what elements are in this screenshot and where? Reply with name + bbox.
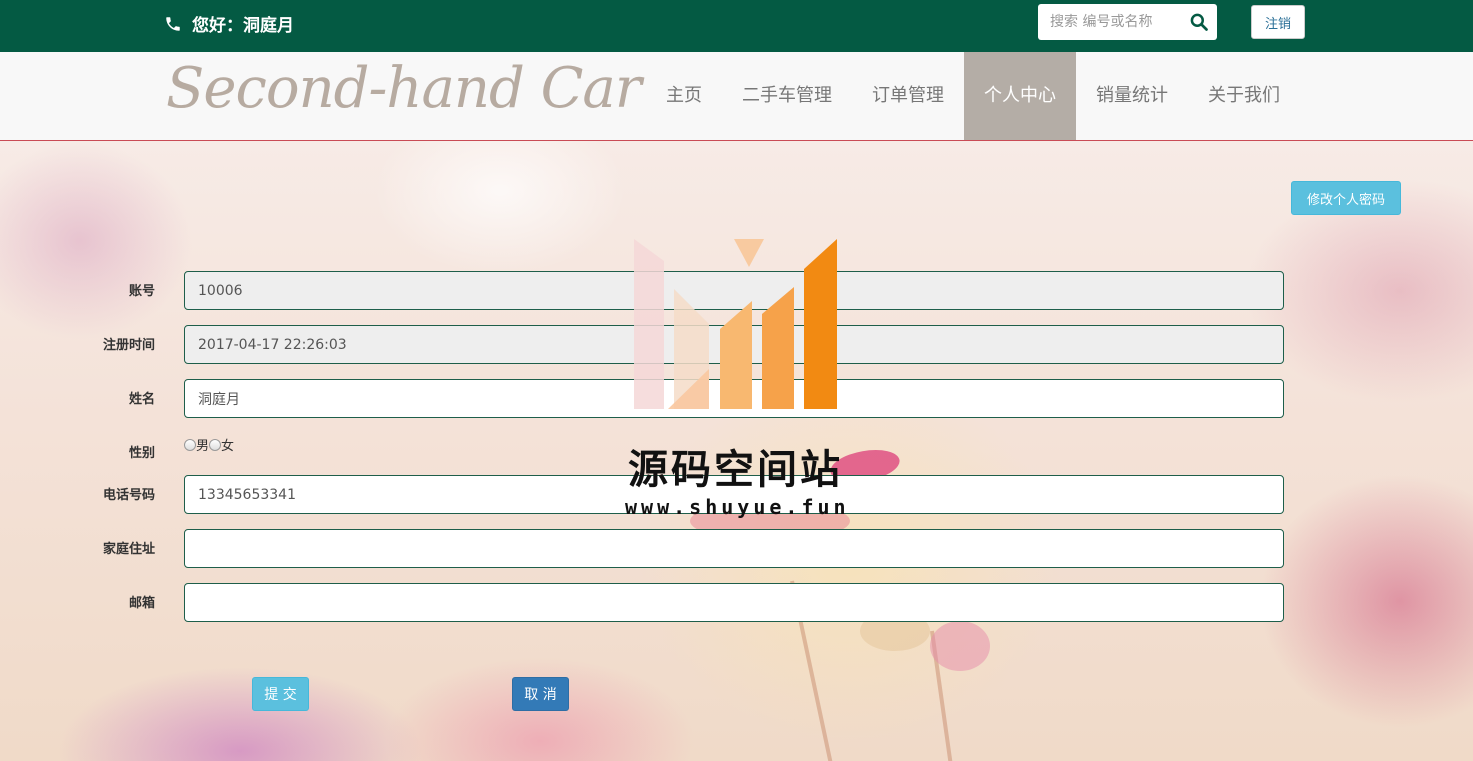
address-field[interactable] [184,529,1284,568]
search-icon[interactable] [1189,12,1209,32]
brand-logo[interactable]: Second-hand Car [166,56,642,121]
main-nav: 主页 二手车管理 订单管理 个人中心 销量统计 关于我们 [646,52,1300,140]
account-label: 账号 [128,284,155,299]
gender-radio-group: 男 女 [184,435,234,454]
search-input[interactable] [1038,4,1186,40]
nav-item-car-management[interactable]: 二手车管理 [722,52,852,140]
gender-female-radio[interactable] [209,438,222,451]
gender-male-label: 男 [196,439,210,454]
gender-male-radio[interactable] [184,438,196,451]
phone-icon [166,16,180,31]
email-label: 邮箱 [128,596,155,611]
submit-button[interactable]: 提 交 [252,677,309,711]
watermark-logo [634,239,837,409]
register-time-label: 注册时间 [102,338,155,353]
phone-label: 电话号码 [102,488,155,503]
greeting-text: 您好：洞庭月 [192,16,294,36]
greeting: 您好：洞庭月 [164,11,294,36]
cancel-button[interactable]: 取 消 [512,677,569,711]
nav-item-about-us[interactable]: 关于我们 [1188,52,1300,140]
watermark-url: www.shuyue.fun [625,495,850,519]
profile-page: 修改个人密码 账号 注册时间 姓名 性别 男 女 电话号码 家庭住址 邮箱 提 … [0,141,1473,761]
nav-item-sales-statistics[interactable]: 销量统计 [1076,52,1188,140]
logout-button[interactable]: 注销 [1251,5,1305,39]
nav-item-home[interactable]: 主页 [646,52,722,140]
nav-bar: Second-hand Car 主页 二手车管理 订单管理 个人中心 销量统计 … [0,52,1473,141]
change-password-button[interactable]: 修改个人密码 [1291,181,1401,215]
gender-female-label: 女 [221,439,235,454]
email-field[interactable] [184,583,1284,622]
watermark-title: 源码空间站 [628,447,843,493]
nav-item-order-management[interactable]: 订单管理 [852,52,964,140]
gender-label: 性别 [128,446,155,461]
address-label: 家庭住址 [102,542,155,557]
name-label: 姓名 [128,392,155,407]
search-box [1038,4,1217,40]
top-bar: 您好：洞庭月 注销 [0,0,1473,52]
nav-item-personal-center[interactable]: 个人中心 [964,52,1076,140]
